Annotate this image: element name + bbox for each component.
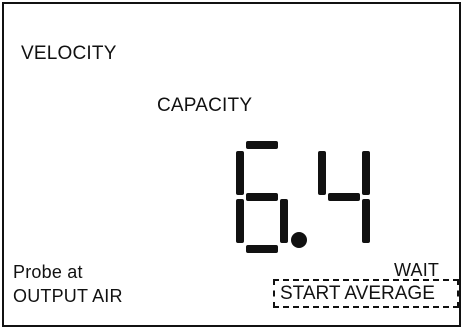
segment-d <box>246 245 278 253</box>
segment-c <box>280 199 288 243</box>
capacity-mode-label: CAPACITY <box>157 95 253 116</box>
segment-g <box>246 193 278 201</box>
lcd-screen: VELOCITY CAPACITY Probe at OUTPUT AIR WA… <box>2 2 461 327</box>
segment-e <box>236 199 244 243</box>
status-text: WAIT <box>394 260 440 280</box>
segment-f <box>318 151 326 195</box>
segment-c <box>362 199 370 243</box>
segment-a <box>246 141 278 149</box>
instruction-line-1: Probe at <box>13 262 83 282</box>
reading-digit-1 <box>318 151 370 243</box>
instruction-line-2: OUTPUT AIR <box>13 286 123 306</box>
reading-decimal-point <box>291 232 307 248</box>
segment-f <box>236 151 244 195</box>
start-average-button[interactable]: START AVERAGE <box>273 279 459 308</box>
reading-digit-0 <box>236 141 288 253</box>
velocity-mode-label: VELOCITY <box>21 43 117 64</box>
segment-b <box>362 151 370 195</box>
reading-display <box>236 141 370 253</box>
segment-g <box>328 193 360 201</box>
